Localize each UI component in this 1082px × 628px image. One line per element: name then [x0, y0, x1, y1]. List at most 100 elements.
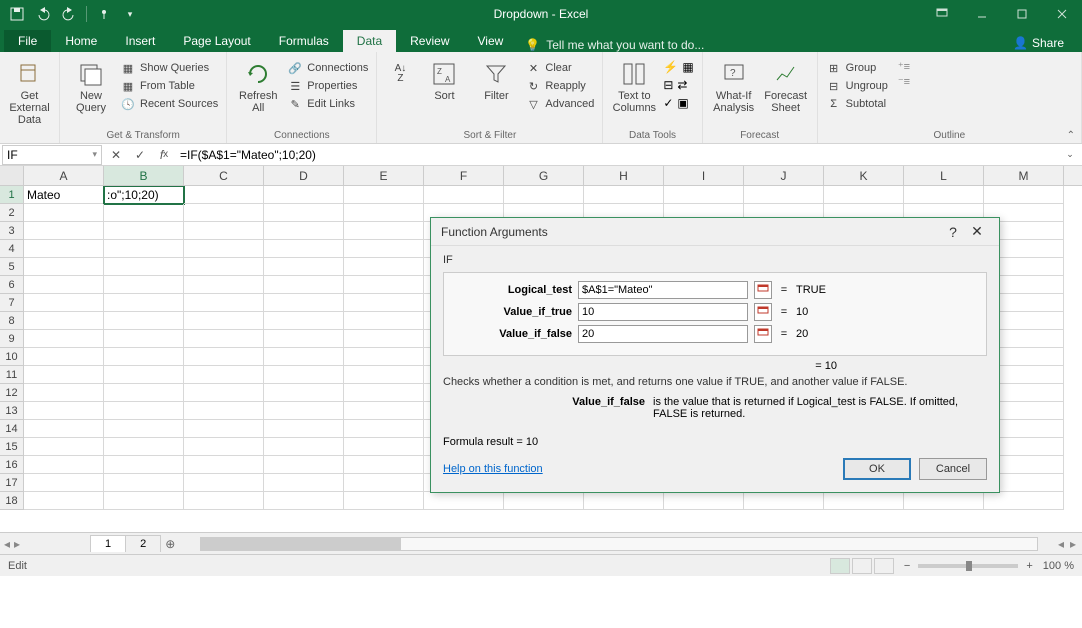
maximize-icon[interactable] [1002, 0, 1042, 28]
show-queries-button[interactable]: ▦Show Queries [120, 60, 218, 76]
logical-test-input[interactable] [578, 281, 748, 299]
dialog-close-icon[interactable]: ✕ [965, 223, 989, 240]
cell[interactable] [344, 222, 424, 240]
cell[interactable] [504, 186, 584, 204]
cell[interactable] [24, 366, 104, 384]
cell[interactable] [344, 438, 424, 456]
cell[interactable] [24, 348, 104, 366]
collapse-ribbon-icon[interactable]: ⌃ [1067, 130, 1075, 141]
scroll-right-icon[interactable]: ▸ [1070, 537, 1076, 551]
show-detail-icon[interactable]: ⁺≡ [898, 60, 910, 73]
cell[interactable] [24, 402, 104, 420]
horizontal-scrollbar[interactable] [200, 537, 1038, 551]
col-header[interactable]: H [584, 166, 664, 185]
cell[interactable] [264, 348, 344, 366]
select-all-corner[interactable] [0, 166, 24, 185]
cell[interactable] [104, 384, 184, 402]
cell[interactable] [424, 186, 504, 204]
col-header[interactable]: M [984, 166, 1064, 185]
cell[interactable] [104, 402, 184, 420]
row-header[interactable]: 14 [0, 420, 24, 438]
row-header[interactable]: 4 [0, 240, 24, 258]
cell[interactable] [184, 294, 264, 312]
dialog-help-icon[interactable]: ? [941, 224, 965, 240]
cell[interactable] [104, 312, 184, 330]
close-icon[interactable] [1042, 0, 1082, 28]
range-picker-icon[interactable] [754, 303, 772, 321]
relationships-icon[interactable]: ⇄ [677, 78, 687, 92]
ribbon-options-icon[interactable] [922, 0, 962, 28]
cell[interactable] [744, 186, 824, 204]
cell[interactable] [104, 348, 184, 366]
zoom-out-icon[interactable]: − [904, 560, 910, 572]
remove-dup-icon[interactable]: ⊟ [663, 78, 673, 92]
tab-page-layout[interactable]: Page Layout [169, 30, 264, 52]
group-button[interactable]: ⊞Group [826, 60, 888, 76]
cell[interactable] [344, 204, 424, 222]
tab-review[interactable]: Review [396, 30, 463, 52]
row-header[interactable]: 5 [0, 258, 24, 276]
cell[interactable] [984, 492, 1064, 510]
sort-button[interactable]: ZA Sort [421, 56, 467, 102]
data-model-icon[interactable]: ▣ [677, 96, 688, 110]
subtotal-button[interactable]: ΣSubtotal [826, 96, 888, 112]
cell[interactable] [184, 402, 264, 420]
tab-formulas[interactable]: Formulas [265, 30, 343, 52]
value-if-false-input[interactable] [578, 325, 748, 343]
cell[interactable] [504, 492, 584, 510]
cell[interactable] [104, 222, 184, 240]
cell[interactable] [264, 330, 344, 348]
normal-view-icon[interactable] [830, 558, 850, 574]
row-header[interactable]: 13 [0, 402, 24, 420]
row-header[interactable]: 10 [0, 348, 24, 366]
cell[interactable] [24, 330, 104, 348]
flash-fill-icon[interactable]: ⚡ [663, 60, 678, 74]
col-header[interactable]: C [184, 166, 264, 185]
cell[interactable] [824, 186, 904, 204]
clear-button[interactable]: ✕Clear [525, 60, 594, 76]
cell[interactable] [184, 240, 264, 258]
cell[interactable] [184, 456, 264, 474]
cell[interactable] [24, 258, 104, 276]
cell[interactable] [744, 492, 824, 510]
row-header[interactable]: 7 [0, 294, 24, 312]
help-link[interactable]: Help on this function [443, 463, 543, 475]
scroll-left-icon[interactable]: ◂ [1058, 537, 1064, 551]
cell[interactable] [264, 222, 344, 240]
cell[interactable] [24, 474, 104, 492]
cell[interactable] [24, 438, 104, 456]
row-header[interactable]: 2 [0, 204, 24, 222]
cell[interactable] [344, 240, 424, 258]
row-header[interactable]: 1 [0, 186, 24, 204]
sheet-tab-2[interactable]: 2 [125, 535, 161, 552]
row-header[interactable]: 8 [0, 312, 24, 330]
range-picker-icon[interactable] [754, 281, 772, 299]
cell[interactable] [184, 204, 264, 222]
col-header[interactable]: K [824, 166, 904, 185]
reapply-button[interactable]: ↻Reapply [525, 78, 594, 94]
cell[interactable] [264, 294, 344, 312]
properties-button[interactable]: ☰Properties [287, 78, 368, 94]
col-header[interactable]: F [424, 166, 504, 185]
enter-formula-icon[interactable]: ✓ [128, 145, 152, 165]
edit-links-button[interactable]: ✎Edit Links [287, 96, 368, 112]
cell[interactable] [344, 402, 424, 420]
recent-sources-button[interactable]: 🕓Recent Sources [120, 96, 218, 112]
cell[interactable] [264, 402, 344, 420]
cell[interactable] [984, 186, 1064, 204]
what-if-button[interactable]: ? What-If Analysis [711, 56, 757, 114]
cell[interactable] [264, 186, 344, 204]
cell[interactable] [104, 258, 184, 276]
cell[interactable] [904, 492, 984, 510]
cell[interactable] [104, 492, 184, 510]
cell[interactable] [344, 276, 424, 294]
cell[interactable] [184, 366, 264, 384]
cell[interactable] [104, 456, 184, 474]
refresh-all-button[interactable]: Refresh All [235, 56, 281, 114]
undo-icon[interactable] [32, 3, 54, 25]
cell[interactable] [344, 474, 424, 492]
cell[interactable] [264, 456, 344, 474]
cell[interactable] [264, 492, 344, 510]
cell[interactable] [264, 258, 344, 276]
cell[interactable] [184, 312, 264, 330]
